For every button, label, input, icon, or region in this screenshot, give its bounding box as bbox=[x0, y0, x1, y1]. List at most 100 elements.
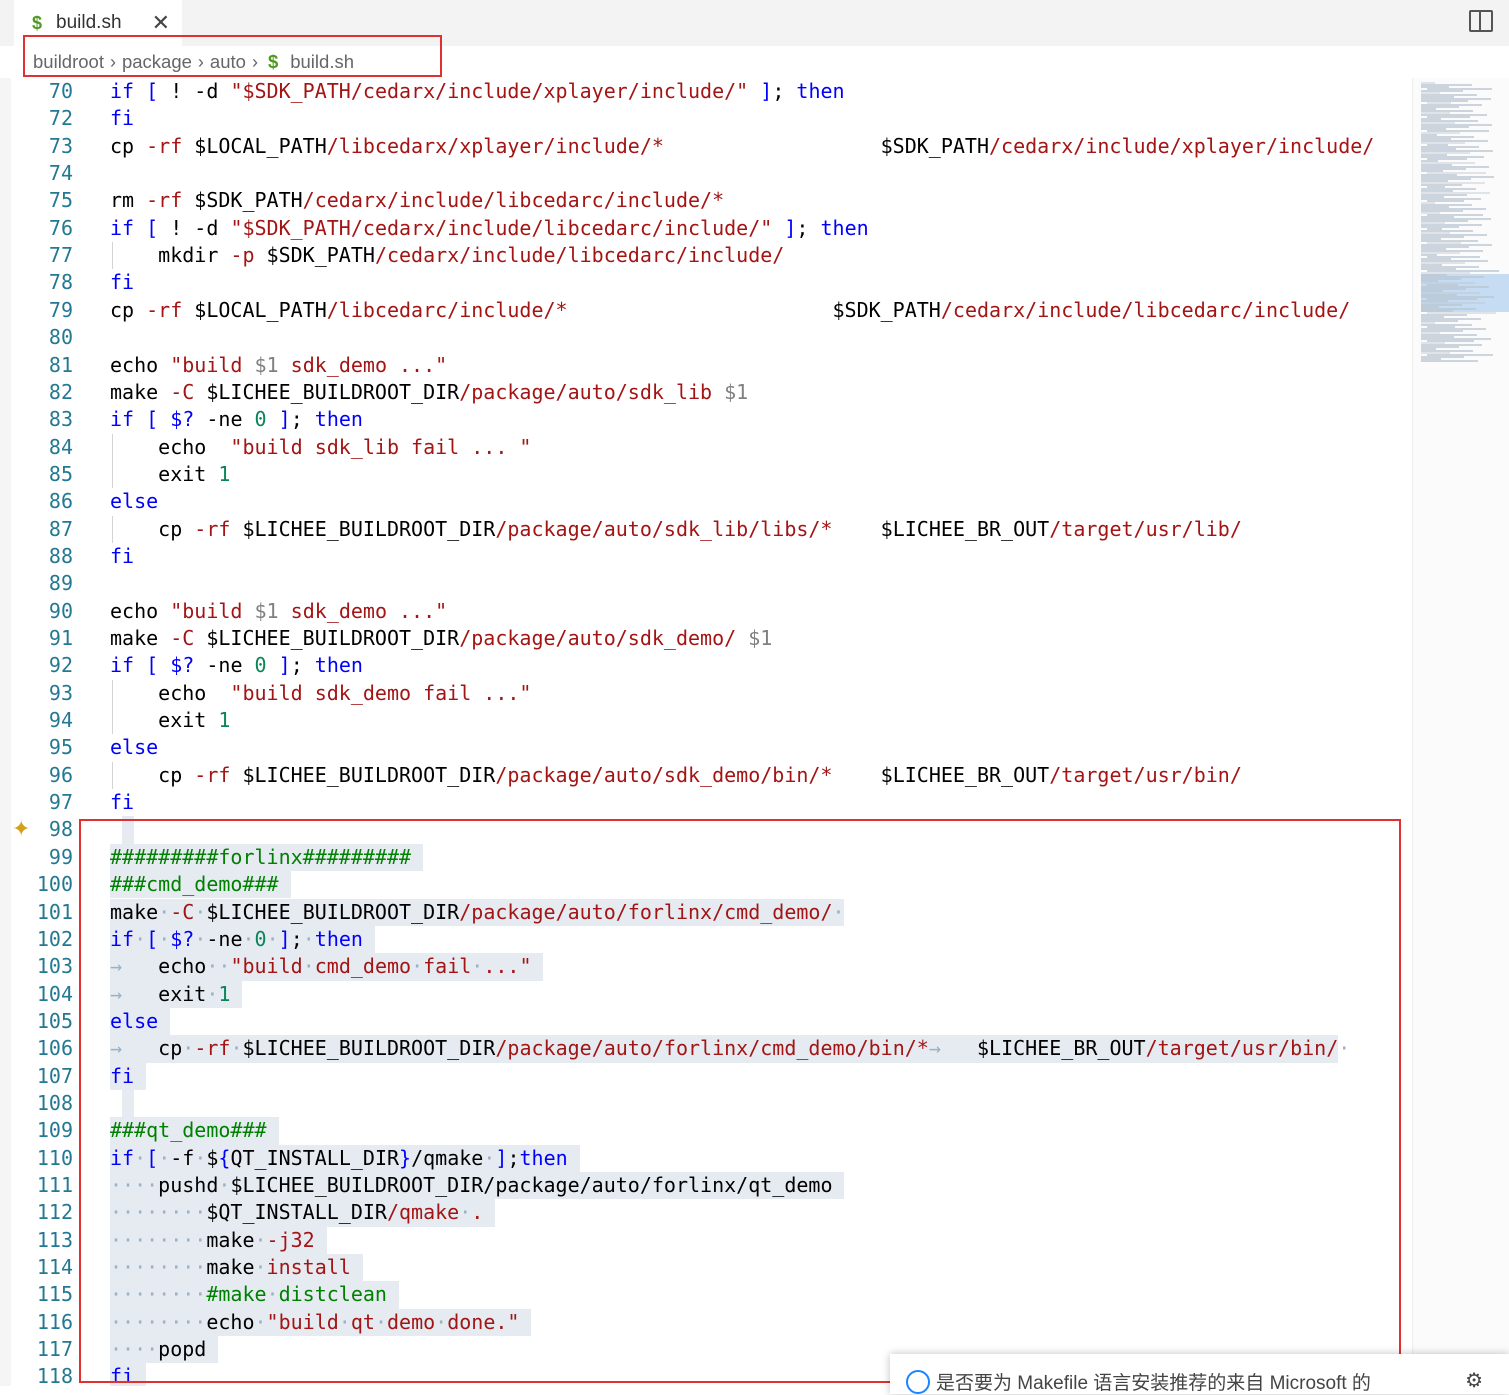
line-number: 88 bbox=[48, 543, 73, 568]
shell-file-icon: $ bbox=[32, 12, 43, 33]
code-line[interactable]: 109 ###qt_demo### bbox=[0, 1117, 1412, 1145]
code-text: ····pushd·$LICHEE_BUILDROOT_DIR/package/… bbox=[110, 1173, 833, 1197]
code-line[interactable]: 95 else bbox=[0, 734, 1412, 761]
code-line[interactable]: 114 ········make·install bbox=[0, 1254, 1412, 1282]
code-line[interactable]: 77 mkdir -p $SDK_PATH/cedarx/include/lib… bbox=[0, 242, 1412, 270]
code-text: → cp·-rf·$LICHEE_BUILDROOT_DIR/package/a… bbox=[110, 1036, 1351, 1061]
code-text: fi bbox=[110, 543, 135, 568]
code-line[interactable]: 110 if·[·-f·${QT_INSTALL_DIR}/qmake·];the… bbox=[0, 1144, 1412, 1172]
line-number: 101 bbox=[36, 899, 73, 924]
code-text: → echo··"build·cmd_demo·fail·..." bbox=[110, 954, 532, 979]
code-line[interactable]: 84 echo "build sdk_lib fail ... " bbox=[0, 433, 1412, 461]
line-number: 92 bbox=[48, 653, 73, 678]
code-line[interactable]: 113 ········make·-j32 bbox=[0, 1226, 1412, 1255]
code-text: make -C $LICHEE_BUILDROOT_DIR/package/au… bbox=[110, 626, 773, 650]
line-number: 70 bbox=[48, 79, 73, 103]
line-number: 78 bbox=[48, 270, 73, 295]
code-line[interactable]: 91 make -C $LICHEE_BUILDROOT_DIR/package/… bbox=[0, 625, 1412, 652]
tab-build-sh[interactable]: $ build.sh ✕ bbox=[14, 0, 182, 46]
code-line[interactable]: 111 ····pushd·$LICHEE_BUILDROOT_DIR/packa… bbox=[0, 1172, 1412, 1200]
code-line[interactable]: 107 fi bbox=[0, 1062, 1412, 1090]
code-text: if [ $? -ne 0 ]; then bbox=[110, 407, 363, 432]
code-line[interactable]: 98 bbox=[0, 816, 1412, 844]
code-line[interactable]: 85 exit 1 bbox=[0, 460, 1412, 489]
code-text: ········#make·distclean bbox=[110, 1282, 387, 1307]
code-text: ····popd bbox=[110, 1337, 207, 1362]
line-number: 100 bbox=[36, 872, 73, 897]
code-line[interactable]: 87 cp -rf $LICHEE_BUILDROOT_DIR/package/… bbox=[0, 515, 1412, 543]
info-icon bbox=[906, 1370, 930, 1394]
code-text: exit 1 bbox=[110, 708, 231, 733]
code-line[interactable]: 78 fi bbox=[0, 269, 1412, 296]
sparkle-icon[interactable]: ✦ bbox=[12, 816, 30, 842]
code-line[interactable]: 116 ········echo·"build·qt·demo·done." bbox=[0, 1308, 1412, 1337]
line-number: 91 bbox=[48, 626, 73, 650]
code-line[interactable]: 90 echo "build $1 sdk_demo ..." bbox=[0, 598, 1412, 625]
chevron-right-icon: › bbox=[251, 51, 258, 72]
code-line[interactable]: 104 → exit·1 bbox=[0, 980, 1412, 1008]
code-line[interactable]: 83 if [ $? -ne 0 ]; then bbox=[0, 406, 1412, 433]
code-line[interactable]: 75 rm -rf $SDK_PATH/cedarx/include/libced… bbox=[0, 187, 1412, 214]
breadcrumb-item-build-sh[interactable]: build.sh bbox=[290, 51, 354, 73]
code-line[interactable]: 88 fi bbox=[0, 543, 1412, 570]
code-editor[interactable]: 70 if [ ! -d "$SDK_PATH/cedarx/include/xp… bbox=[0, 78, 1412, 1386]
close-icon[interactable]: ✕ bbox=[152, 10, 170, 36]
breadcrumb-item-auto[interactable]: auto bbox=[210, 51, 246, 73]
code-line[interactable]: 92 if [ $? -ne 0 ]; then bbox=[0, 652, 1412, 679]
code-line[interactable]: 96 cp -rf $LICHEE_BUILDROOT_DIR/package/… bbox=[0, 761, 1412, 790]
code-line[interactable]: 108 bbox=[0, 1089, 1412, 1118]
line-number: 117 bbox=[36, 1337, 73, 1362]
code-line[interactable]: 102 if·[·$?·-ne·0·];·then bbox=[0, 925, 1412, 954]
line-number: 106 bbox=[36, 1036, 73, 1061]
code-line[interactable]: 79 cp -rf $LOCAL_PATH/libcedarc/include/*… bbox=[0, 297, 1412, 324]
code-text: echo "build sdk_lib fail ... " bbox=[110, 434, 532, 459]
line-number: 75 bbox=[48, 188, 73, 213]
minimap[interactable] bbox=[1412, 78, 1509, 1386]
code-line[interactable]: 115 ········#make·distclean bbox=[0, 1281, 1412, 1309]
selection-highlight bbox=[122, 1089, 135, 1118]
code-line[interactable]: 86 else bbox=[0, 488, 1412, 515]
code-line[interactable]: 74 bbox=[0, 160, 1412, 187]
split-editor-icon[interactable] bbox=[1469, 10, 1493, 32]
extension-recommendation-toast: 是否要为 Makefile 语言安装推荐的来自 Microsoft 的 ⚙ bbox=[890, 1354, 1509, 1394]
breadcrumb-item-package[interactable]: package bbox=[122, 51, 192, 73]
code-line[interactable]: 103 → echo··"build·cmd_demo·fail·..." bbox=[0, 953, 1412, 981]
tab-bar: $ build.sh ✕ bbox=[0, 0, 1509, 46]
code-line[interactable]: 80 bbox=[0, 324, 1412, 351]
breadcrumb-item-buildroot[interactable]: buildroot bbox=[33, 51, 104, 73]
code-line[interactable]: 97 fi bbox=[0, 789, 1412, 816]
code-line[interactable]: 112 ········$QT_INSTALL_DIR/qmake·. bbox=[0, 1199, 1412, 1227]
code-line[interactable]: 76 if [ ! -d "$SDK_PATH/cedarx/include/li… bbox=[0, 215, 1412, 242]
code-text: make -C $LICHEE_BUILDROOT_DIR/package/au… bbox=[110, 379, 749, 404]
line-number: 82 bbox=[48, 379, 73, 404]
code-text: #########forlinx######### bbox=[110, 844, 412, 869]
code-line[interactable]: 94 exit 1 bbox=[0, 707, 1412, 735]
line-number: 94 bbox=[48, 708, 73, 733]
code-text: cp -rf $LICHEE_BUILDROOT_DIR/package/aut… bbox=[110, 516, 1242, 541]
code-line[interactable]: 70 if [ ! -d "$SDK_PATH/cedarx/include/xp… bbox=[0, 78, 1412, 105]
code-text: fi bbox=[110, 270, 135, 295]
gear-icon[interactable]: ⚙ bbox=[1465, 1368, 1483, 1393]
code-line[interactable]: 101 make·-C·$LICHEE_BUILDROOT_DIR/package… bbox=[0, 898, 1412, 926]
code-line[interactable]: 73 cp -rf $LOCAL_PATH/libcedarx/xplayer/i… bbox=[0, 133, 1412, 160]
code-line[interactable]: 106 → cp·-rf·$LICHEE_BUILDROOT_DIR/packag… bbox=[0, 1035, 1412, 1063]
code-line[interactable]: 81 echo "build $1 sdk_demo ..." bbox=[0, 352, 1412, 379]
code-line[interactable]: 72 fi bbox=[0, 105, 1412, 132]
line-number: 96 bbox=[48, 762, 73, 787]
code-line[interactable]: 93 echo "build sdk_demo fail ..." bbox=[0, 679, 1412, 708]
code-line[interactable]: 100 ###cmd_demo### bbox=[0, 871, 1412, 899]
code-text: fi bbox=[110, 790, 135, 815]
code-line[interactable]: 89 bbox=[0, 570, 1412, 597]
line-number: 112 bbox=[36, 1200, 73, 1225]
line-number: 79 bbox=[48, 297, 73, 322]
line-number: 83 bbox=[48, 407, 73, 432]
code-line[interactable]: 99 #########forlinx######### bbox=[0, 843, 1412, 872]
code-text: rm -rf $SDK_PATH/cedarx/include/libcedar… bbox=[110, 188, 725, 213]
code-text: if·[·-f·${QT_INSTALL_DIR}/qmake·];then bbox=[110, 1145, 568, 1170]
code-text: ········make·-j32 bbox=[110, 1227, 315, 1252]
code-line[interactable]: 105 else bbox=[0, 1007, 1412, 1036]
code-line[interactable]: 82 make -C $LICHEE_BUILDROOT_DIR/package/… bbox=[0, 379, 1412, 406]
line-number: 114 bbox=[36, 1255, 73, 1280]
code-text: echo "build sdk_demo fail ..." bbox=[110, 680, 532, 705]
code-text: mkdir -p $SDK_PATH/cedarx/include/libced… bbox=[110, 243, 785, 268]
